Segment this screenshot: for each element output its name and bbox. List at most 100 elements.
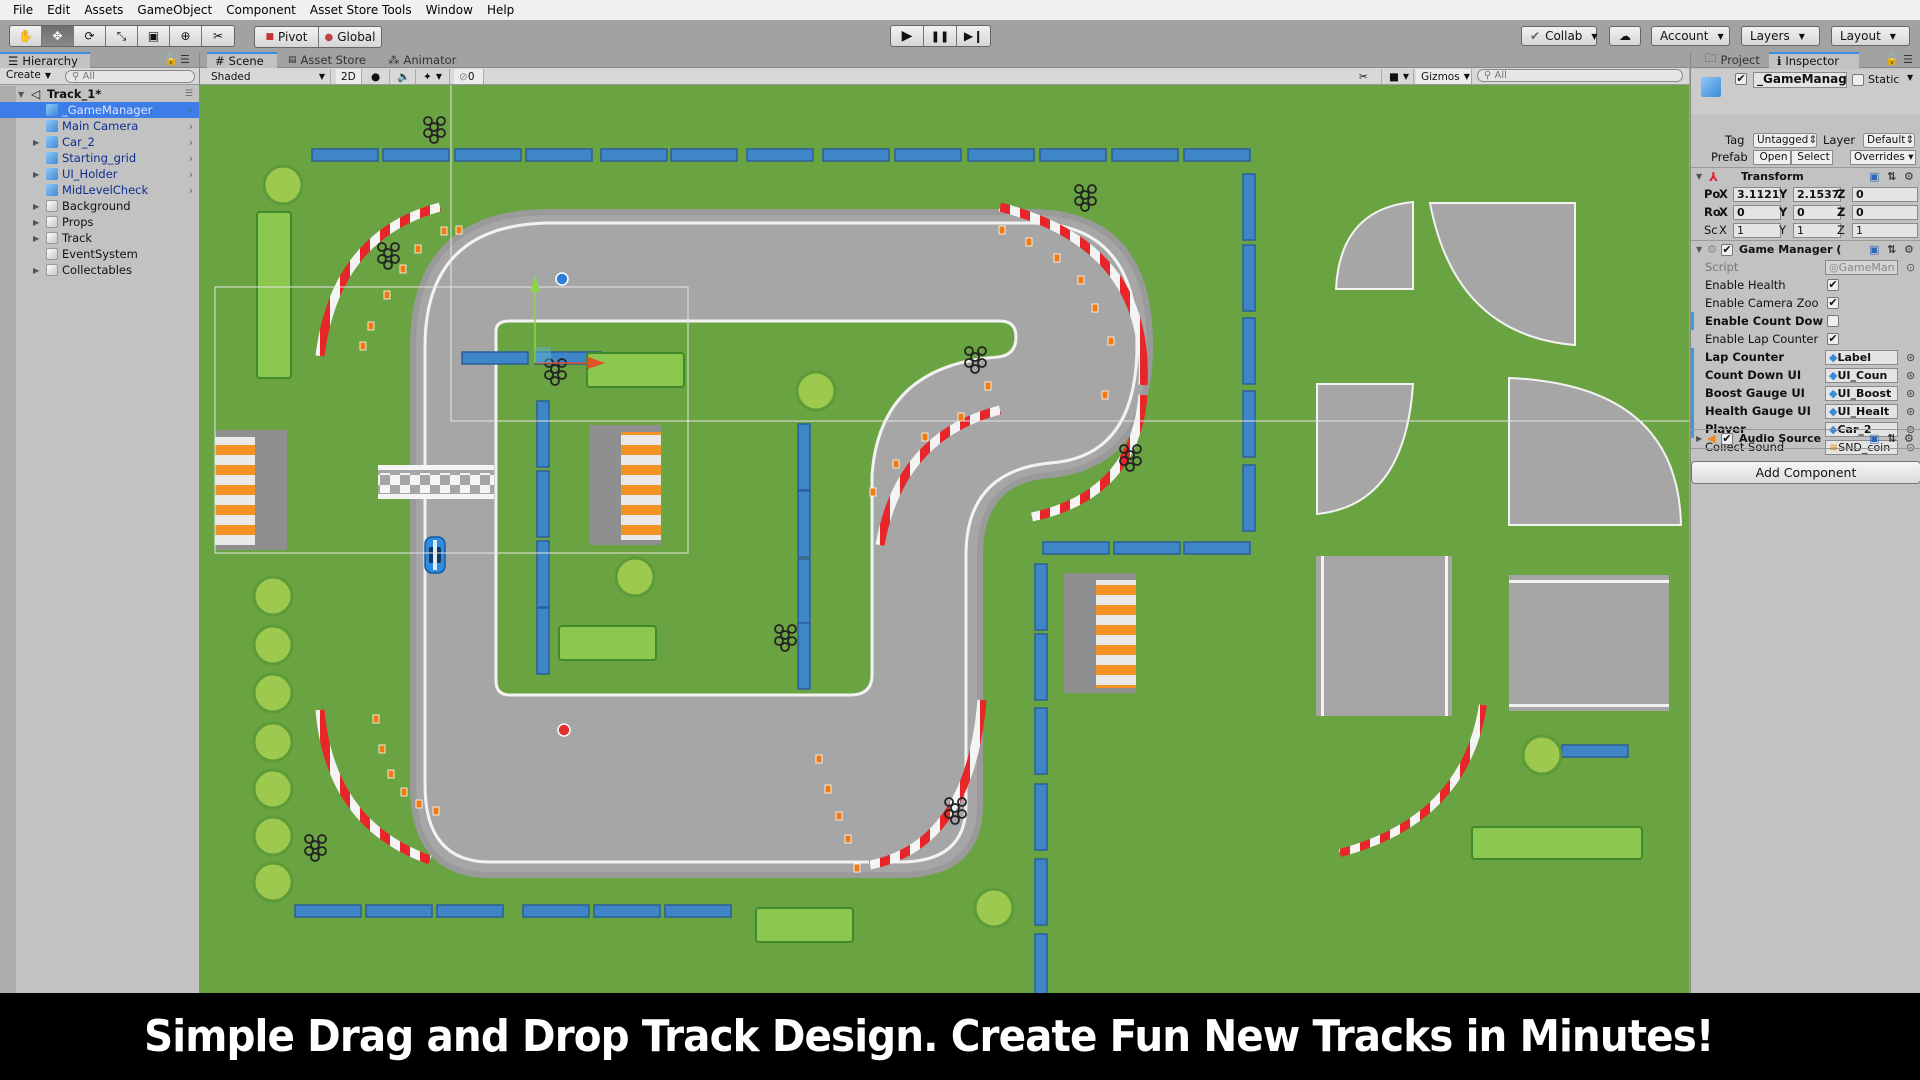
2d-toggle[interactable]: 2D: [336, 69, 362, 84]
object-reference-field[interactable]: ◆UI_Healt: [1825, 404, 1898, 419]
game-manager-component-header[interactable]: ▼ ⚙ ✔ Game Manager ( ▣ ⇅ ⚙: [1691, 240, 1920, 258]
global-button[interactable]: ● Global: [319, 27, 381, 47]
prefab-open-chevron-icon[interactable]: ›: [189, 120, 193, 133]
prefab-open-chevron-icon[interactable]: ›: [189, 184, 193, 197]
shading-mode-dropdown[interactable]: Shaded ▼: [206, 69, 331, 84]
hierarchy-item[interactable]: ▶ Props: [0, 214, 199, 230]
prefab-overrides-dropdown[interactable]: Overrides ▾: [1850, 150, 1916, 165]
bool-checkbox[interactable]: ✔: [1827, 333, 1839, 345]
layer-dropdown[interactable]: Default⇕: [1863, 133, 1915, 148]
hidden-objects-toggle[interactable]: ⊘ 0: [454, 69, 484, 84]
prefab-open-chevron-icon[interactable]: ›: [189, 168, 193, 181]
gear-icon[interactable]: ⚙: [1904, 432, 1914, 445]
menu-window[interactable]: Window: [419, 3, 480, 17]
object-reference-field[interactable]: ◆UI_Coun: [1825, 368, 1898, 383]
object-picker-icon[interactable]: ⊙: [1906, 369, 1915, 382]
prefab-open-chevron-icon[interactable]: ›: [189, 136, 193, 149]
bool-checkbox[interactable]: ✔: [1827, 297, 1839, 309]
preset-icon[interactable]: ⇅: [1887, 170, 1896, 183]
cloud-button[interactable]: ☁: [1609, 26, 1641, 46]
preset-icon[interactable]: ⇅: [1887, 432, 1896, 445]
transform-z-field[interactable]: 1: [1852, 223, 1918, 238]
scale-tool-button[interactable]: ⤡: [106, 26, 138, 46]
pause-button[interactable]: ❚❚: [924, 26, 957, 46]
add-component-button[interactable]: Add Component: [1691, 461, 1920, 484]
menu-file[interactable]: File: [6, 3, 40, 17]
menu-edit[interactable]: Edit: [40, 3, 77, 17]
account-dropdown[interactable]: Account ▼: [1651, 26, 1730, 46]
scene-canvas[interactable]: [200, 85, 1689, 993]
camera-dropdown[interactable]: ■ ▼: [1384, 69, 1414, 84]
expand-triangle-icon[interactable]: ▶: [33, 234, 39, 243]
static-dropdown-icon[interactable]: ▼: [1907, 73, 1913, 82]
collapse-triangle-icon[interactable]: ▼: [1696, 245, 1702, 254]
custom-tool-button[interactable]: ✂: [202, 26, 234, 46]
lock-icon[interactable]: 🔒: [1885, 53, 1899, 66]
panel-menu-icon[interactable]: ☰: [1903, 53, 1913, 66]
preset-icon[interactable]: ⇅: [1887, 243, 1896, 256]
audio-toggle[interactable]: 🔈: [392, 69, 416, 84]
menu-asset-store-tools[interactable]: Asset Store Tools: [303, 3, 419, 17]
gear-icon[interactable]: ⚙: [1904, 243, 1914, 256]
hierarchy-item[interactable]: Starting_grid ›: [0, 150, 199, 166]
expand-triangle-icon[interactable]: ▶: [33, 202, 39, 211]
scene-viewport[interactable]: [200, 85, 1689, 993]
transform-z-field[interactable]: 0: [1852, 205, 1918, 220]
help-icon[interactable]: ▣: [1869, 170, 1879, 183]
static-checkbox[interactable]: [1852, 74, 1864, 86]
rotate-tool-button[interactable]: ⟳: [74, 26, 106, 46]
object-picker-icon[interactable]: ⊙: [1906, 261, 1915, 274]
object-picker-icon[interactable]: ⊙: [1906, 405, 1915, 418]
player-car[interactable]: [424, 536, 446, 574]
hierarchy-item[interactable]: Main Camera ›: [0, 118, 199, 134]
panel-menu-icon[interactable]: ☰: [180, 53, 190, 66]
gear-icon[interactable]: ⚙: [1904, 170, 1914, 183]
create-dropdown[interactable]: Create ▼: [6, 69, 51, 81]
tab-project[interactable]: 🗀 Project: [1697, 51, 1767, 68]
object-name-field[interactable]: _GameManag: [1753, 72, 1847, 88]
expand-triangle-icon[interactable]: ▶: [33, 218, 39, 227]
component-enabled-checkbox[interactable]: ✔: [1721, 244, 1733, 256]
prefab-select-button[interactable]: Select: [1791, 150, 1833, 165]
hierarchy-item[interactable]: ▶ Collectables: [0, 262, 199, 278]
effects-dropdown[interactable]: ✦ ▼: [418, 69, 450, 84]
tab-inspector[interactable]: ℹ Inspector: [1769, 52, 1859, 68]
expand-triangle-icon[interactable]: ▶: [33, 266, 39, 275]
tab-scene[interactable]: # Scene: [207, 52, 277, 68]
transform-x-field[interactable]: 3.1121: [1733, 187, 1781, 202]
bool-checkbox[interactable]: ✔: [1827, 279, 1839, 291]
help-icon[interactable]: ▣: [1869, 243, 1879, 256]
step-button[interactable]: ▶❙: [957, 26, 990, 46]
bool-checkbox[interactable]: [1827, 315, 1839, 327]
scene-tools-button[interactable]: ✂: [1354, 69, 1382, 84]
transform-component-header[interactable]: ▼ ⅄ Transform ▣ ⇅ ⚙: [1691, 167, 1920, 185]
rect-tool-button[interactable]: ▣: [138, 26, 170, 46]
menu-assets[interactable]: Assets: [77, 3, 130, 17]
menu-help[interactable]: Help: [480, 3, 521, 17]
prefab-open-chevron-icon[interactable]: ›: [189, 104, 193, 117]
lighting-toggle[interactable]: ●: [366, 69, 390, 84]
move-tool-button[interactable]: ✥: [42, 26, 74, 46]
audio-source-component-header[interactable]: ▶ ◀ ✔ Audio Source ▣ ⇅ ⚙: [1691, 429, 1920, 447]
transform-tool-button[interactable]: ⊕: [170, 26, 202, 46]
prefab-open-button[interactable]: Open: [1753, 150, 1791, 165]
menu-gameobject[interactable]: GameObject: [130, 3, 219, 17]
pivot-button[interactable]: ■ Pivot: [255, 27, 319, 47]
object-picker-icon[interactable]: ⊙: [1906, 387, 1915, 400]
expand-triangle-icon[interactable]: ▼: [18, 90, 24, 99]
transform-y-field[interactable]: 1: [1793, 223, 1841, 238]
expand-triangle-icon[interactable]: ▶: [33, 138, 39, 147]
collab-button[interactable]: ✔ Collab ▼: [1521, 26, 1598, 46]
scene-root[interactable]: ▼ ◁ Track_1* ☰: [0, 86, 199, 102]
lock-icon[interactable]: 🔒: [164, 53, 178, 66]
hierarchy-item[interactable]: _GameManager ›: [0, 102, 199, 118]
hierarchy-item[interactable]: MidLevelCheck ›: [0, 182, 199, 198]
hierarchy-search-input[interactable]: ⚲ All: [65, 70, 195, 83]
expand-triangle-icon[interactable]: ▶: [1696, 434, 1702, 443]
active-checkbox[interactable]: ✔: [1735, 73, 1747, 85]
object-reference-field[interactable]: ◆UI_Boost: [1825, 386, 1898, 401]
transform-x-field[interactable]: 1: [1733, 223, 1781, 238]
help-icon[interactable]: ▣: [1869, 432, 1879, 445]
expand-triangle-icon[interactable]: ▶: [33, 170, 39, 179]
object-picker-icon[interactable]: ⊙: [1906, 351, 1915, 364]
